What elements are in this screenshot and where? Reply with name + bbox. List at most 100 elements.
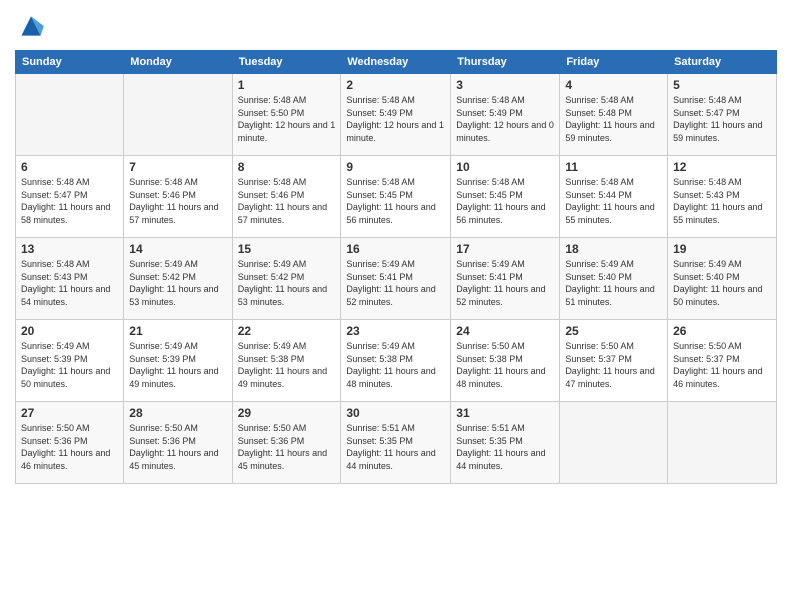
calendar-day-cell — [560, 402, 668, 484]
day-number: 30 — [346, 406, 445, 420]
day-header-wednesday: Wednesday — [341, 51, 451, 74]
calendar-day-cell: 20 Sunrise: 5:49 AM Sunset: 5:39 PM Dayli… — [16, 320, 124, 402]
day-number: 13 — [21, 242, 118, 256]
day-number: 12 — [673, 160, 771, 174]
day-info: Sunrise: 5:51 AM Sunset: 5:35 PM Dayligh… — [346, 422, 445, 472]
day-info: Sunrise: 5:50 AM Sunset: 5:36 PM Dayligh… — [238, 422, 336, 472]
day-info: Sunrise: 5:49 AM Sunset: 5:41 PM Dayligh… — [456, 258, 554, 308]
day-number: 17 — [456, 242, 554, 256]
day-info: Sunrise: 5:50 AM Sunset: 5:36 PM Dayligh… — [129, 422, 226, 472]
day-number: 4 — [565, 78, 662, 92]
calendar-day-cell: 5 Sunrise: 5:48 AM Sunset: 5:47 PM Daylig… — [668, 74, 777, 156]
day-number: 3 — [456, 78, 554, 92]
calendar-day-cell: 30 Sunrise: 5:51 AM Sunset: 5:35 PM Dayli… — [341, 402, 451, 484]
calendar-day-cell: 13 Sunrise: 5:48 AM Sunset: 5:43 PM Dayli… — [16, 238, 124, 320]
calendar-day-cell: 12 Sunrise: 5:48 AM Sunset: 5:43 PM Dayli… — [668, 156, 777, 238]
calendar-day-cell: 27 Sunrise: 5:50 AM Sunset: 5:36 PM Dayli… — [16, 402, 124, 484]
day-number: 9 — [346, 160, 445, 174]
day-info: Sunrise: 5:49 AM Sunset: 5:42 PM Dayligh… — [129, 258, 226, 308]
day-header-friday: Friday — [560, 51, 668, 74]
calendar-day-cell: 8 Sunrise: 5:48 AM Sunset: 5:46 PM Daylig… — [232, 156, 341, 238]
day-number: 2 — [346, 78, 445, 92]
calendar-day-cell: 22Sunrise: 5:49 AM Sunset: 5:38 PM Dayli… — [232, 320, 341, 402]
day-info: Sunrise: 5:49 AM Sunset: 5:39 PM Dayligh… — [129, 340, 226, 390]
calendar-header-row: SundayMondayTuesdayWednesdayThursdayFrid… — [16, 51, 777, 74]
day-info: Sunrise: 5:48 AM Sunset: 5:50 PM Dayligh… — [238, 94, 336, 144]
calendar-day-cell: 21 Sunrise: 5:49 AM Sunset: 5:39 PM Dayli… — [124, 320, 232, 402]
calendar-day-cell: 18 Sunrise: 5:49 AM Sunset: 5:40 PM Dayli… — [560, 238, 668, 320]
day-number: 14 — [129, 242, 226, 256]
calendar-week-row: 6 Sunrise: 5:48 AM Sunset: 5:47 PM Daylig… — [16, 156, 777, 238]
day-info: Sunrise: 5:48 AM Sunset: 5:45 PM Dayligh… — [346, 176, 445, 226]
day-info: Sunrise: 5:48 AM Sunset: 5:49 PM Dayligh… — [346, 94, 445, 144]
calendar-day-cell: 1 Sunrise: 5:48 AM Sunset: 5:50 PM Daylig… — [232, 74, 341, 156]
day-info: Sunrise: 5:48 AM Sunset: 5:47 PM Dayligh… — [673, 94, 771, 144]
logo — [15, 10, 51, 42]
calendar-day-cell: 28 Sunrise: 5:50 AM Sunset: 5:36 PM Dayli… — [124, 402, 232, 484]
calendar-week-row: 27 Sunrise: 5:50 AM Sunset: 5:36 PM Dayli… — [16, 402, 777, 484]
day-number: 24 — [456, 324, 554, 338]
day-number: 25 — [565, 324, 662, 338]
calendar-day-cell: 4 Sunrise: 5:48 AM Sunset: 5:48 PM Daylig… — [560, 74, 668, 156]
day-info: Sunrise: 5:50 AM Sunset: 5:37 PM Dayligh… — [565, 340, 662, 390]
calendar-day-cell: 24 Sunrise: 5:50 AM Sunset: 5:38 PM Dayli… — [451, 320, 560, 402]
calendar-day-cell: 15Sunrise: 5:49 AM Sunset: 5:42 PM Dayli… — [232, 238, 341, 320]
calendar-day-cell: 10 Sunrise: 5:48 AM Sunset: 5:45 PM Dayli… — [451, 156, 560, 238]
calendar-day-cell: 19Sunrise: 5:49 AM Sunset: 5:40 PM Dayli… — [668, 238, 777, 320]
day-info: Sunrise: 5:48 AM Sunset: 5:45 PM Dayligh… — [456, 176, 554, 226]
day-info: Sunrise: 5:48 AM Sunset: 5:43 PM Dayligh… — [21, 258, 118, 308]
day-info: Sunrise: 5:48 AM Sunset: 5:49 PM Dayligh… — [456, 94, 554, 144]
day-number: 1 — [238, 78, 336, 92]
day-number: 23 — [346, 324, 445, 338]
calendar-day-cell: 7Sunrise: 5:48 AM Sunset: 5:46 PM Daylig… — [124, 156, 232, 238]
day-number: 27 — [21, 406, 118, 420]
day-info: Sunrise: 5:51 AM Sunset: 5:35 PM Dayligh… — [456, 422, 554, 472]
day-header-tuesday: Tuesday — [232, 51, 341, 74]
calendar-table: SundayMondayTuesdayWednesdayThursdayFrid… — [15, 50, 777, 484]
day-info: Sunrise: 5:48 AM Sunset: 5:44 PM Dayligh… — [565, 176, 662, 226]
day-number: 28 — [129, 406, 226, 420]
day-number: 22 — [238, 324, 336, 338]
logo-icon — [15, 10, 47, 42]
calendar-week-row: 1 Sunrise: 5:48 AM Sunset: 5:50 PM Daylig… — [16, 74, 777, 156]
calendar-day-cell: 2 Sunrise: 5:48 AM Sunset: 5:49 PM Daylig… — [341, 74, 451, 156]
day-header-sunday: Sunday — [16, 51, 124, 74]
day-number: 19 — [673, 242, 771, 256]
calendar-day-cell: 11 Sunrise: 5:48 AM Sunset: 5:44 PM Dayli… — [560, 156, 668, 238]
day-number: 6 — [21, 160, 118, 174]
day-number: 11 — [565, 160, 662, 174]
calendar-day-cell: 25 Sunrise: 5:50 AM Sunset: 5:37 PM Dayli… — [560, 320, 668, 402]
day-number: 20 — [21, 324, 118, 338]
day-info: Sunrise: 5:50 AM Sunset: 5:36 PM Dayligh… — [21, 422, 118, 472]
calendar-day-cell — [16, 74, 124, 156]
day-number: 21 — [129, 324, 226, 338]
day-number: 16 — [346, 242, 445, 256]
day-info: Sunrise: 5:48 AM Sunset: 5:46 PM Dayligh… — [238, 176, 336, 226]
day-info: Sunrise: 5:49 AM Sunset: 5:40 PM Dayligh… — [565, 258, 662, 308]
calendar-day-cell: 6 Sunrise: 5:48 AM Sunset: 5:47 PM Daylig… — [16, 156, 124, 238]
calendar-day-cell: 17 Sunrise: 5:49 AM Sunset: 5:41 PM Dayli… — [451, 238, 560, 320]
day-number: 31 — [456, 406, 554, 420]
calendar-day-cell: 14 Sunrise: 5:49 AM Sunset: 5:42 PM Dayli… — [124, 238, 232, 320]
calendar-day-cell: 3 Sunrise: 5:48 AM Sunset: 5:49 PM Daylig… — [451, 74, 560, 156]
day-info: Sunrise: 5:48 AM Sunset: 5:48 PM Dayligh… — [565, 94, 662, 144]
day-info: Sunrise: 5:49 AM Sunset: 5:39 PM Dayligh… — [21, 340, 118, 390]
day-number: 29 — [238, 406, 336, 420]
calendar-day-cell — [668, 402, 777, 484]
day-number: 10 — [456, 160, 554, 174]
calendar-day-cell: 29 Sunrise: 5:50 AM Sunset: 5:36 PM Dayli… — [232, 402, 341, 484]
day-number: 5 — [673, 78, 771, 92]
day-info: Sunrise: 5:48 AM Sunset: 5:43 PM Dayligh… — [673, 176, 771, 226]
day-number: 8 — [238, 160, 336, 174]
day-info: Sunrise: 5:50 AM Sunset: 5:37 PM Dayligh… — [673, 340, 771, 390]
calendar-day-cell: 26 Sunrise: 5:50 AM Sunset: 5:37 PM Dayli… — [668, 320, 777, 402]
day-info: Sunrise: 5:48 AM Sunset: 5:47 PM Dayligh… — [21, 176, 118, 226]
calendar-day-cell: 9 Sunrise: 5:48 AM Sunset: 5:45 PM Daylig… — [341, 156, 451, 238]
day-info: Sunrise: 5:49 AM Sunset: 5:41 PM Dayligh… — [346, 258, 445, 308]
day-info: Sunrise: 5:50 AM Sunset: 5:38 PM Dayligh… — [456, 340, 554, 390]
day-info: Sunrise: 5:49 AM Sunset: 5:38 PM Dayligh… — [346, 340, 445, 390]
day-number: 26 — [673, 324, 771, 338]
calendar-week-row: 20 Sunrise: 5:49 AM Sunset: 5:39 PM Dayli… — [16, 320, 777, 402]
calendar-day-cell: 23 Sunrise: 5:49 AM Sunset: 5:38 PM Dayli… — [341, 320, 451, 402]
day-number: 18 — [565, 242, 662, 256]
